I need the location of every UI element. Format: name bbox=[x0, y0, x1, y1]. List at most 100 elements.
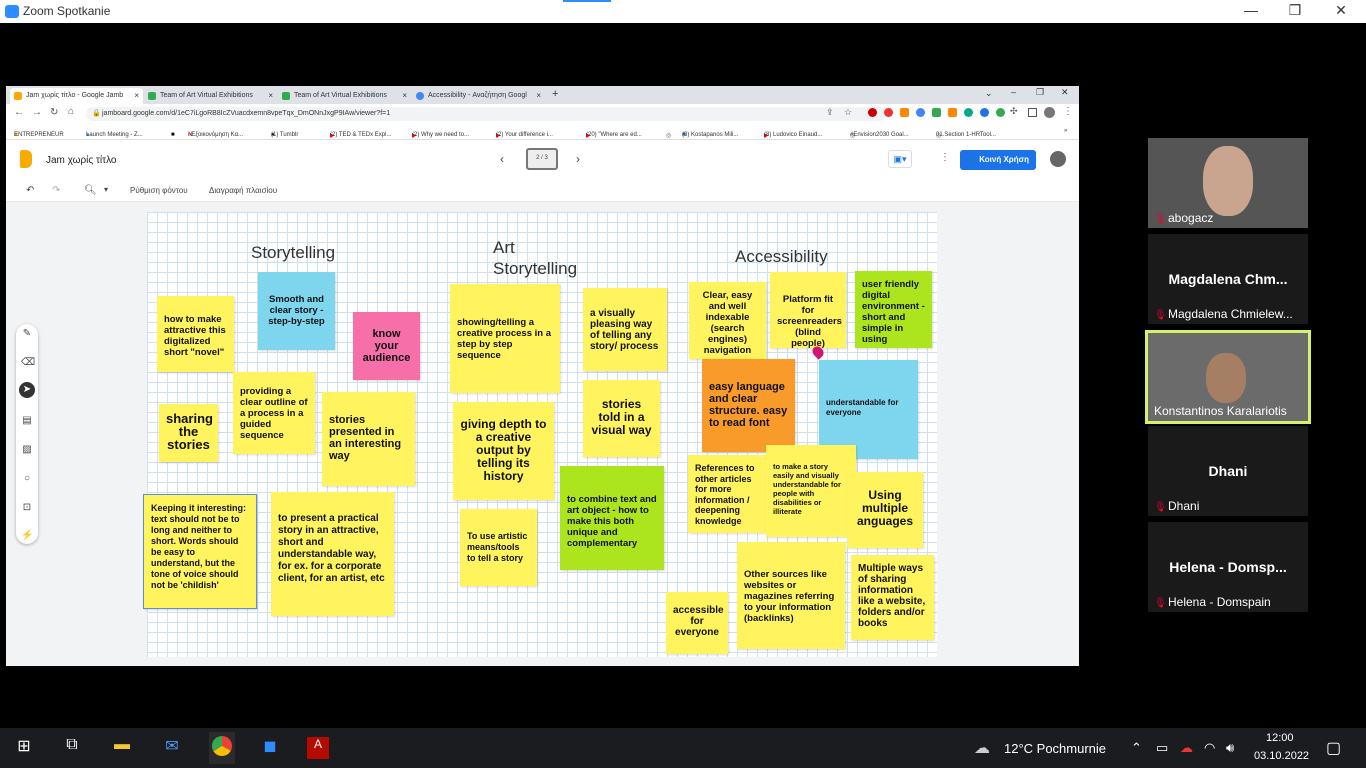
forward-icon[interactable]: → bbox=[32, 107, 42, 118]
share-page-icon[interactable]: ⇪ bbox=[826, 107, 834, 118]
jam-title[interactable]: Jam χωρίς τίτλο bbox=[46, 155, 117, 166]
extension-icon[interactable] bbox=[868, 108, 877, 117]
more-options-icon[interactable]: ⋮ bbox=[940, 152, 950, 163]
sticky-note[interactable]: to make a story easily and visually unde… bbox=[766, 445, 856, 537]
mail-app-icon[interactable]: ✉ bbox=[160, 736, 184, 760]
sticky-note[interactable]: Multiple ways of sharing information lik… bbox=[851, 555, 934, 640]
sticky-note[interactable]: Using multiple anguages bbox=[847, 472, 923, 548]
sticky-note[interactable]: Other sources like websites or magazines… bbox=[737, 542, 845, 649]
sticky-note[interactable]: to combine text and art object - how to … bbox=[560, 466, 664, 570]
close-tab-icon[interactable]: × bbox=[536, 91, 541, 100]
sticky-note[interactable]: sharing the stories bbox=[159, 404, 218, 462]
select-icon[interactable]: ➤ bbox=[19, 382, 35, 398]
account-avatar[interactable] bbox=[1050, 151, 1066, 167]
previous-frame-icon[interactable]: ‹ bbox=[500, 152, 504, 166]
onedrive-icon[interactable]: ☁ bbox=[1180, 740, 1193, 756]
sticky-note[interactable]: know your audience bbox=[353, 312, 420, 380]
share-button[interactable]: 👤 Κοινή Χρήση bbox=[960, 150, 1036, 170]
next-frame-icon[interactable]: › bbox=[576, 152, 580, 166]
sticky-note[interactable]: Clear, easy and well indexable (search e… bbox=[689, 282, 766, 359]
address-bar[interactable]: 🔒 jamboard.google.com/d/1eC7iLgoRB8IcZVu… bbox=[86, 107, 886, 121]
extension-icon[interactable] bbox=[996, 108, 1005, 117]
sticky-note[interactable]: stories told in a visual way bbox=[583, 380, 660, 457]
reload-icon[interactable]: ↻ bbox=[50, 107, 58, 118]
close-button[interactable]: ✕ bbox=[1331, 2, 1351, 19]
sticky-note[interactable]: how to make attractive this digitalized … bbox=[157, 296, 234, 372]
chrome-taskbar-icon[interactable] bbox=[209, 732, 235, 764]
participant-tile[interactable]: Magdalena Chm... 🎙Magdalena Chmielew... bbox=[1148, 234, 1308, 324]
file-explorer-icon[interactable]: ▬ bbox=[110, 736, 134, 760]
tab-accessibility-search[interactable]: Accessibility - Αναζήτηση Googl × bbox=[412, 88, 545, 104]
zoom-icon[interactable]: 🔍︎ bbox=[84, 185, 97, 196]
extension-icon[interactable] bbox=[948, 108, 957, 117]
side-panel-icon[interactable] bbox=[1028, 108, 1037, 117]
extension-icon[interactable] bbox=[884, 108, 893, 117]
sticky-note[interactable]: to present a practical story in an attra… bbox=[271, 492, 394, 616]
home-icon[interactable]: ⌂ bbox=[68, 106, 74, 117]
extension-icon[interactable] bbox=[964, 108, 973, 117]
profile-avatar[interactable] bbox=[1044, 107, 1055, 118]
close-tab-icon[interactable]: × bbox=[402, 91, 407, 100]
clear-frame-button[interactable]: Διαγραφή πλαισίου bbox=[209, 186, 277, 195]
volume-icon[interactable]: 🔊︎ bbox=[1226, 740, 1234, 756]
sticky-note[interactable]: giving depth to a creative output by tel… bbox=[453, 402, 554, 500]
sticky-note[interactable]: easy language and clear structure. easy … bbox=[702, 359, 795, 452]
battery-icon[interactable]: ▭ bbox=[1156, 740, 1168, 756]
laser-icon[interactable]: ⚡ bbox=[21, 530, 33, 542]
sticky-note[interactable]: stories presented in an interesting way bbox=[322, 392, 415, 486]
set-background-button[interactable]: Ρύθμιση φόντου bbox=[130, 186, 188, 195]
sticky-note[interactable]: user friendly digital environment - shor… bbox=[855, 271, 932, 348]
jamboard-frame[interactable]: Storytelling Art Storytelling Accessibil… bbox=[143, 212, 937, 657]
browser-close-icon[interactable]: ✕ bbox=[1061, 87, 1069, 98]
zoom-dropdown-icon[interactable]: ▾ bbox=[104, 185, 108, 194]
acrobat-taskbar-icon[interactable]: A bbox=[307, 737, 329, 759]
back-icon[interactable]: ← bbox=[14, 107, 24, 118]
browser-minimize-icon[interactable]: – bbox=[1011, 87, 1016, 97]
tab-team-art-1[interactable]: Team of Art Virtual Exhibitions × bbox=[144, 88, 277, 104]
eraser-icon[interactable]: ⌫ bbox=[21, 357, 35, 369]
tab-search-icon[interactable]: ⌄ bbox=[985, 88, 993, 99]
extension-icon[interactable] bbox=[916, 108, 925, 117]
sticky-note[interactable]: providing a clear outline of a process i… bbox=[233, 372, 315, 454]
redo-icon[interactable]: ↷ bbox=[52, 185, 60, 196]
task-view-icon[interactable]: ⧉ bbox=[60, 736, 84, 760]
sticky-note[interactable]: To use artistic means/tools to tell a st… bbox=[460, 509, 537, 586]
participant-tile-active-speaker[interactable]: Konstantinos Karalariotis bbox=[1145, 330, 1311, 424]
new-tab-button[interactable]: + bbox=[552, 88, 558, 100]
extension-icon[interactable] bbox=[900, 108, 909, 117]
clock-date[interactable]: 03.10.2022 bbox=[1254, 750, 1309, 762]
image-icon[interactable]: ▨ bbox=[21, 444, 33, 456]
restore-button[interactable]: ❐ bbox=[1285, 2, 1305, 19]
bookmark-star-icon[interactable]: ☆ bbox=[844, 107, 852, 118]
participant-tile[interactable]: Dhani 🎙Dhani bbox=[1148, 426, 1308, 516]
present-icon[interactable]: ▣▾ bbox=[888, 150, 912, 168]
sticky-note[interactable]: Platform fit for screenreaders (blind pe… bbox=[770, 272, 846, 348]
participant-tile[interactable]: 🎙abogacz bbox=[1148, 138, 1308, 228]
chrome-menu-icon[interactable]: ⋮ bbox=[1063, 106, 1073, 117]
sticky-note[interactable]: Smooth and clear story - step-by-step bbox=[258, 272, 335, 350]
minimize-button[interactable]: — bbox=[1241, 2, 1261, 18]
sticky-note-icon[interactable]: ▤ bbox=[21, 415, 33, 427]
show-hidden-icons[interactable]: ⌃ bbox=[1131, 740, 1142, 756]
more-bookmarks-icon[interactable]: » bbox=[1064, 128, 1067, 134]
close-tab-icon[interactable]: × bbox=[268, 91, 273, 100]
circle-icon[interactable]: ○ bbox=[21, 473, 33, 485]
weather-text[interactable]: 12°C Pochmurnie bbox=[1004, 741, 1106, 756]
extension-icon[interactable] bbox=[980, 108, 989, 117]
wifi-icon[interactable]: ◠ bbox=[1204, 740, 1215, 756]
windows-start-icon[interactable]: ⊞ bbox=[12, 736, 36, 760]
sticky-note[interactable]: accessible for everyone bbox=[666, 592, 728, 654]
tab-team-art-2[interactable]: Team of Art Virtual Exhibitions × bbox=[278, 88, 411, 104]
pen-icon[interactable]: ✎ bbox=[21, 328, 33, 340]
extension-icon[interactable] bbox=[932, 108, 941, 117]
sticky-note[interactable]: References to other articles for more in… bbox=[688, 455, 767, 533]
tab-jamboard[interactable]: Jam χωρίς τίτλο - Google Jamb × bbox=[10, 88, 143, 104]
extensions-puzzle-icon[interactable]: ✣ bbox=[1010, 106, 1018, 117]
sticky-note[interactable]: a visually pleasing way of telling any s… bbox=[583, 288, 667, 371]
frame-bar-toggle[interactable]: 2 / 3 bbox=[526, 148, 558, 170]
sticky-note[interactable]: showing/telling a creative process in a … bbox=[450, 284, 560, 393]
sticky-note-selected[interactable]: Keeping it interesting: text should not … bbox=[143, 494, 257, 609]
close-tab-icon[interactable]: × bbox=[134, 91, 139, 100]
text-box-icon[interactable]: ⊡ bbox=[21, 502, 33, 514]
zoom-taskbar-icon[interactable]: ◼ bbox=[258, 736, 282, 760]
